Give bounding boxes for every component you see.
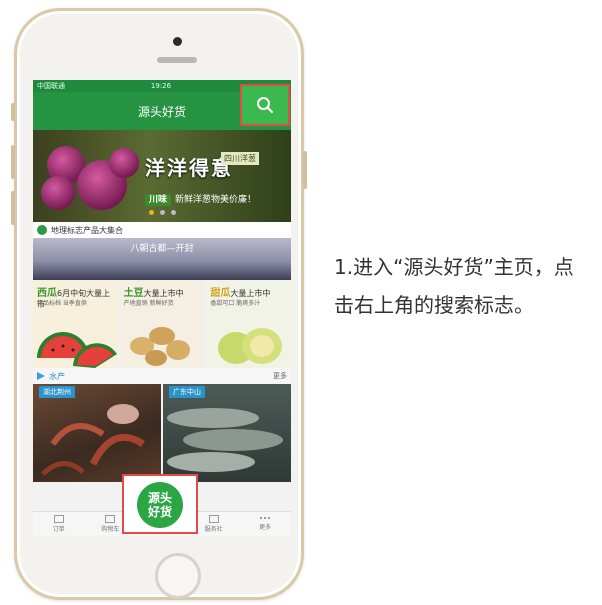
cart-icon — [105, 515, 116, 523]
produce-card-potato[interactable]: 土豆大量上市中 产地直销 新鲜好货 — [119, 280, 205, 368]
mute-switch — [11, 103, 15, 121]
phone-screen: 中国联通 19:26 源头好货 洋洋得意 四川洋葱 川味 新鲜洋葱物美价廉！ 地理… — [33, 80, 291, 536]
front-camera — [173, 37, 182, 46]
tab-more[interactable]: 更多 — [239, 512, 291, 536]
tab-label: 订单 — [52, 526, 65, 533]
produce-title: 土豆大量上市中 — [124, 284, 184, 299]
tab-orders[interactable]: 订单 — [33, 512, 85, 536]
volume-down-button — [11, 191, 15, 225]
tab-label: 更多 — [259, 524, 272, 531]
produce-grid: 西瓜6月中旬大量上市 精品标档 当季直供 土豆大量上市中 产地直销 新鲜好货 甜… — [33, 280, 291, 368]
source-goods-logo: 源头 好货 — [137, 482, 183, 528]
aquatic-card-fish[interactable]: 广东中山 — [163, 384, 291, 482]
carousel-dots — [33, 200, 291, 219]
produce-desc: 香甜可口 脆爽多汁 — [210, 300, 261, 307]
service-icon — [208, 515, 219, 523]
aquatic-grid: 湖北荆州 广东中山 — [33, 384, 291, 482]
volume-up-button — [11, 145, 15, 179]
tab-label: 服务社 — [204, 526, 223, 533]
carrier-label: 中国联通 — [37, 82, 65, 90]
tab-label: 购物车 — [101, 526, 120, 533]
page-title: 源头好货 — [137, 104, 186, 119]
center-home-badge[interactable]: 源头 好货 — [122, 474, 198, 534]
fish-image — [167, 408, 283, 472]
badge-line2: 好货 — [147, 505, 172, 519]
search-icon — [257, 97, 273, 113]
home-button[interactable] — [155, 553, 201, 599]
search-button[interactable] — [240, 84, 290, 126]
clock: 19:26 — [150, 82, 172, 90]
city-banner[interactable]: 八朝古都—开封 — [33, 238, 291, 280]
power-button — [303, 151, 307, 189]
more-icon — [260, 517, 271, 521]
promo-banner[interactable]: 洋洋得意 四川洋葱 川味 新鲜洋葱物美价廉！ — [33, 130, 291, 222]
produce-card-watermelon[interactable]: 西瓜6月中旬大量上市 精品标档 当季直供 — [33, 280, 118, 368]
produce-detail: 大量上市中 — [230, 289, 271, 298]
potato-image — [129, 327, 190, 366]
carousel-dot[interactable] — [159, 210, 165, 215]
produce-desc: 精品标档 当季直供 — [37, 300, 87, 307]
crayfish-image — [41, 404, 145, 476]
produce-detail: 大量上市中 — [143, 289, 184, 298]
produce-desc: 产地直销 新鲜好货 — [123, 300, 174, 307]
section-geo-header: 地理标志产品大集合 — [33, 222, 291, 238]
carousel-dot[interactable] — [170, 210, 176, 215]
section-title: 地理标志产品大集合 — [51, 225, 123, 235]
instruction-text: 1.进入“源头好货”主页，点击右上角的搜索标志。 — [334, 255, 574, 317]
section-title: 水产 — [49, 371, 65, 381]
produce-card-melon[interactable]: 甜瓜大量上市中 香甜可口 脆爽多汁 — [206, 280, 291, 368]
banner-headline: 洋洋得意 — [145, 156, 233, 180]
leaf-logo-icon — [37, 225, 47, 235]
arrow-icon — [37, 372, 45, 380]
carousel-dot[interactable] — [148, 210, 154, 215]
city-banner-text: 八朝古都—开封 — [130, 244, 194, 254]
more-link[interactable]: 更多 — [273, 371, 287, 381]
watermelon-image — [37, 332, 117, 368]
melon-image — [218, 328, 283, 364]
banner-tag: 四川洋葱 — [221, 152, 259, 165]
aquatic-card-crayfish[interactable]: 湖北荆州 — [33, 384, 161, 482]
orders-icon — [53, 515, 64, 523]
earpiece-speaker — [157, 57, 197, 63]
section-aquatic-header: 水产 更多 — [33, 368, 291, 384]
badge-line1: 源头 — [147, 491, 172, 505]
onion-image — [109, 148, 139, 178]
produce-title: 甜瓜大量上市中 — [210, 284, 270, 299]
